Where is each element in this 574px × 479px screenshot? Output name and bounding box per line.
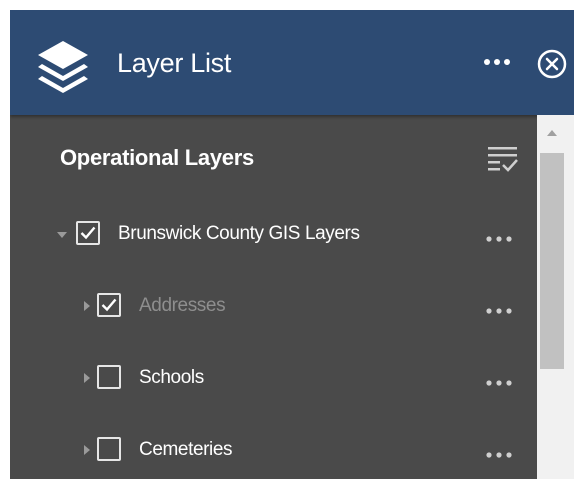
vertical-scrollbar[interactable] <box>537 115 574 479</box>
layer-row-addresses[interactable]: Addresses <box>10 286 540 326</box>
checkmark-icon <box>101 298 117 312</box>
layer-filter-icon[interactable] <box>486 144 520 174</box>
layer-label: Brunswick County GIS Layers <box>118 223 360 244</box>
caret-right-icon[interactable] <box>80 299 94 313</box>
more-options-icon[interactable] <box>482 376 516 390</box>
layers-icon <box>38 41 88 93</box>
layer-label: Schools <box>139 367 204 388</box>
layer-row-schools[interactable]: Schools <box>10 358 540 398</box>
more-options-icon[interactable] <box>482 304 516 318</box>
caret-right-icon[interactable] <box>80 371 94 385</box>
caret-right-icon[interactable] <box>80 443 94 457</box>
more-options-icon[interactable] <box>482 448 516 462</box>
layer-list-content: Operational Layers Brunswick County GIS … <box>10 115 540 479</box>
layer-row-brunswick[interactable]: Brunswick County GIS Layers <box>10 214 540 254</box>
layer-checkbox-cemeteries[interactable] <box>97 437 121 461</box>
close-circle-icon[interactable] <box>535 47 569 81</box>
layer-label: Addresses <box>139 295 226 316</box>
more-options-icon[interactable] <box>480 54 514 70</box>
layer-checkbox-brunswick[interactable] <box>76 221 100 245</box>
layer-checkbox-addresses[interactable] <box>97 293 121 317</box>
more-options-icon[interactable] <box>482 232 516 246</box>
layer-label: Cemeteries <box>139 439 233 460</box>
panel-header: Layer List <box>10 10 574 115</box>
scroll-up-arrow-icon[interactable] <box>537 123 574 141</box>
section-title: Operational Layers <box>60 145 254 170</box>
layer-row-cemeteries[interactable]: Cemeteries <box>10 430 540 470</box>
layer-checkbox-schools[interactable] <box>97 365 121 389</box>
checkmark-icon <box>80 226 96 240</box>
scrollbar-thumb[interactable] <box>540 153 564 369</box>
caret-down-icon[interactable] <box>55 227 69 241</box>
panel-title: Layer List <box>117 48 232 78</box>
layer-list-panel: Layer List Operational Layers Brunswick … <box>10 10 574 479</box>
